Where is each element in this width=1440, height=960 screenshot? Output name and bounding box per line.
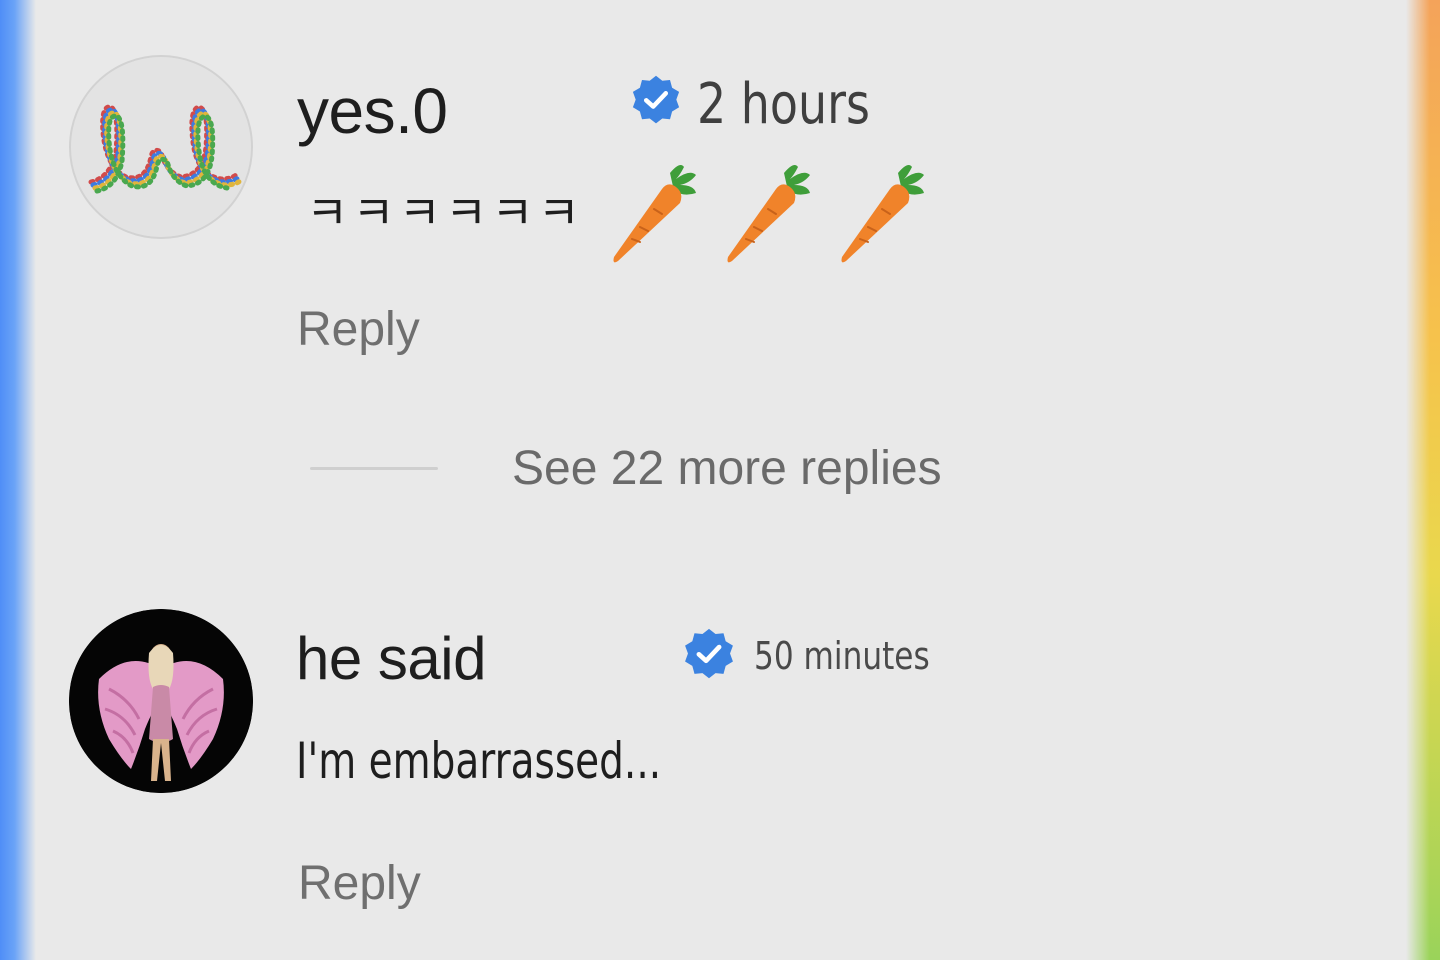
reply-button[interactable]: Reply	[297, 302, 420, 357]
carrot-emoji-icon	[613, 165, 697, 263]
carrot-emoji-icon	[727, 165, 811, 263]
username[interactable]: yes.0	[297, 74, 448, 148]
comment-text-row: ㅋㅋㅋㅋㅋㅋ	[306, 158, 952, 268]
verified-badge-icon	[685, 628, 733, 679]
carrot-emoji-icon	[841, 165, 925, 263]
avatar-image	[69, 609, 253, 793]
avatar[interactable]	[69, 55, 253, 239]
see-more-replies-label: See 22 more replies	[512, 441, 942, 495]
reply-button[interactable]: Reply	[298, 856, 421, 911]
see-more-replies-button[interactable]: See 22 more replies	[310, 436, 942, 500]
timestamp: 2 hours	[697, 72, 870, 137]
comment-item: he said 50 minutes I'm embarrassed... Re…	[0, 560, 1440, 940]
comment-item: yes.0 2 hours ㅋㅋㅋㅋㅋㅋ Reply	[0, 0, 1440, 380]
verified-badge-icon	[632, 75, 680, 124]
username[interactable]: he said	[296, 624, 486, 693]
comment-text: ㅋㅋㅋㅋㅋㅋ	[306, 186, 584, 240]
comment-text: I'm embarrassed...	[296, 732, 662, 790]
avatar[interactable]	[69, 609, 253, 793]
avatar-image	[71, 57, 251, 237]
thread-divider-line	[310, 466, 438, 470]
timestamp: 50 minutes	[754, 634, 930, 678]
